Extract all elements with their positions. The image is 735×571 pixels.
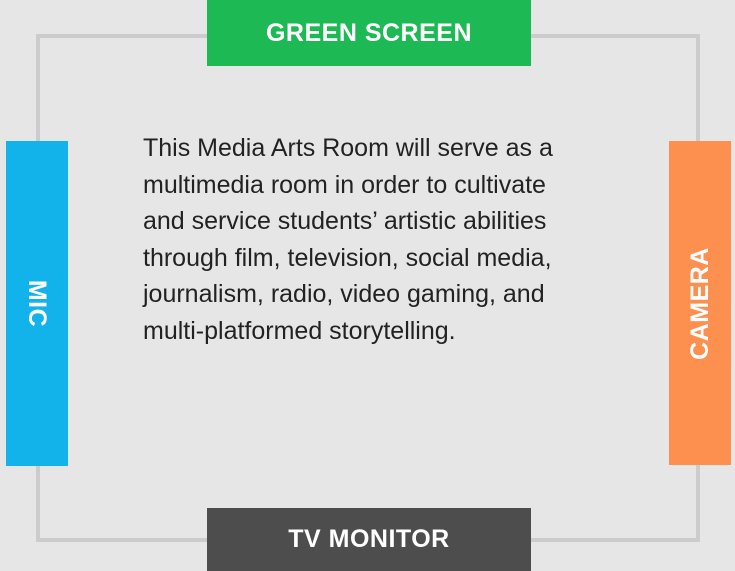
mic-label: MIC (6, 141, 68, 466)
media-room-diagram: GREEN SCREEN TV MONITOR MIC CAMERA This … (0, 0, 735, 571)
mic-text: MIC (23, 279, 52, 328)
camera-label: CAMERA (669, 141, 731, 465)
room-description: This Media Arts Room will serve as a mul… (143, 134, 553, 345)
green-screen-text: GREEN SCREEN (265, 18, 473, 47)
green-screen-label: GREEN SCREEN (207, 0, 531, 66)
tv-monitor-text: TV MONITOR (288, 525, 450, 553)
tv-monitor-label: TV MONITOR (207, 508, 531, 571)
camera-text: CAMERA (685, 246, 714, 360)
